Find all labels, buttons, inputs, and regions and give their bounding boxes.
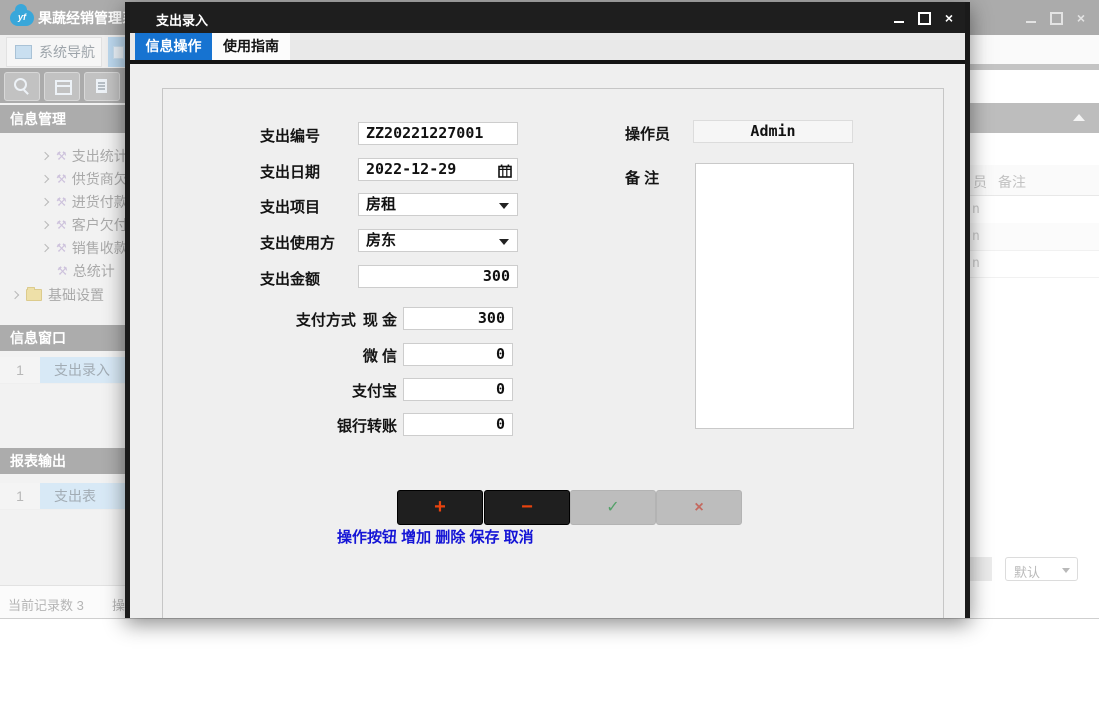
wand-icon: ⚒ (56, 241, 67, 255)
tab-user-guide[interactable]: 使用指南 (212, 33, 290, 60)
tab-active-partial[interactable] (108, 37, 125, 67)
chevron-right-icon (41, 197, 49, 205)
operator-field: Admin (693, 120, 853, 143)
save-button[interactable]: ✓ (570, 490, 656, 525)
close-icon[interactable]: × (945, 11, 953, 25)
table-header: 员 备注 (970, 165, 1099, 196)
dialog-body: 支出编号 ZZ20221227001 支出日期 2022-12-29 支出项目 (130, 64, 965, 618)
window-list-item-expense-entry[interactable]: 1 支出录入 (0, 357, 125, 384)
expense-no-input[interactable]: ZZ20221227001 (358, 122, 518, 145)
wand-icon: ⚒ (56, 218, 67, 232)
window-icon (15, 45, 32, 59)
cash-input[interactable]: 300 (403, 307, 513, 330)
dialog-titlebar: 支出录入 × (130, 2, 965, 33)
dialog-window-controls: × (894, 11, 953, 25)
app-toolbar (0, 68, 125, 103)
label-expense-date: 支出日期 (260, 161, 320, 182)
wechat-input[interactable]: 0 (403, 343, 513, 366)
label-payment-bank: 银行转账 (230, 415, 397, 436)
app-logo-icon: yf (10, 10, 34, 26)
chevron-down-icon (499, 239, 509, 245)
chevron-right-icon (11, 290, 19, 298)
label-remark: 备 注 (625, 167, 659, 188)
chevron-right-icon (41, 174, 49, 182)
expense-date-input[interactable]: 2022-12-29 (358, 158, 518, 181)
sidebar-header-info: 信息管理 (0, 105, 125, 133)
hidden-button-partial[interactable] (970, 557, 992, 581)
tree-item-basic-settings[interactable]: 基础设置 (0, 283, 137, 306)
label-expense-no: 支出编号 (260, 125, 320, 146)
tab-info-operation[interactable]: 信息操作 (135, 33, 212, 60)
table-icon (55, 80, 72, 95)
expense-item-select[interactable]: 房租 (358, 193, 518, 216)
table-row[interactable]: n (970, 196, 1099, 224)
column-operator-partial: 员 (973, 172, 987, 192)
chevron-right-icon (41, 220, 49, 228)
chevron-right-icon (41, 243, 49, 251)
status-bar: 当前记录数 3 操 (0, 585, 125, 618)
search-icon (14, 78, 27, 91)
calendar-icon[interactable] (498, 163, 512, 184)
wand-icon: ⚒ (57, 264, 68, 278)
wand-icon: ⚒ (56, 195, 67, 209)
app-window-controls: × (1026, 11, 1085, 25)
search-button[interactable] (4, 72, 40, 101)
expense-entry-dialog: 支出录入 × 信息操作 使用指南 支出编号 ZZ20221227001 支出日期… (125, 2, 970, 618)
dialog-tabstrip: 信息操作 使用指南 (130, 33, 965, 60)
label-payment-alipay: 支付宝 (230, 380, 397, 401)
delete-button[interactable]: − (484, 490, 570, 525)
background-right-panel: 员 备注 n n n 默认 (970, 35, 1099, 618)
alipay-input[interactable]: 0 (403, 378, 513, 401)
wand-icon: ⚒ (56, 172, 67, 186)
wand-icon: ⚒ (56, 149, 67, 163)
table-row[interactable]: n (970, 250, 1099, 278)
folder-icon (26, 289, 42, 301)
app-title: 果蔬经销管理系 (38, 8, 128, 28)
chevron-down-icon (1062, 568, 1070, 573)
screen: yf 果蔬经销管理系 × 系统导航 (0, 0, 1099, 715)
cancel-button[interactable]: × (656, 490, 742, 525)
label-expense-amount: 支出金额 (260, 268, 320, 289)
tab-system-nav[interactable]: 系统导航 (6, 37, 102, 67)
maximize-icon[interactable] (918, 12, 931, 25)
label-operator: 操作员 (625, 123, 670, 144)
buttons-caption: 操作按钮 增加 删除 保存 取消 (337, 526, 534, 547)
table-row[interactable]: n (970, 223, 1099, 251)
label-payment-cash: 支付方式现 金 (230, 309, 397, 330)
chevron-down-icon (499, 203, 509, 209)
collapse-up-icon[interactable] (1073, 114, 1085, 121)
document-button[interactable] (84, 72, 120, 101)
bank-transfer-input[interactable]: 0 (403, 413, 513, 436)
sidebar-header-windows: 信息窗口 (0, 325, 125, 351)
label-payment-wechat: 微 信 (230, 345, 397, 366)
chevron-right-icon (41, 151, 49, 159)
document-icon (113, 46, 124, 59)
app-tabstrip: 系统导航 (0, 35, 125, 68)
add-button[interactable]: + (397, 490, 483, 525)
minimize-icon[interactable] (1026, 21, 1036, 23)
default-dropdown[interactable]: 默认 (1005, 557, 1078, 581)
label-expense-user: 支出使用方 (260, 232, 335, 253)
dialog-title: 支出录入 (156, 10, 208, 29)
expense-user-select[interactable]: 房东 (358, 229, 518, 252)
minimize-icon[interactable] (894, 21, 904, 23)
document-icon (96, 79, 107, 93)
report-list-item-expense-table[interactable]: 1 支出表 (0, 483, 125, 510)
table-view-button[interactable] (44, 72, 80, 101)
close-icon[interactable]: × (1077, 11, 1085, 25)
restore-icon[interactable] (1050, 12, 1063, 25)
section-collapse-bar (970, 103, 1099, 133)
expense-amount-input[interactable]: 300 (358, 265, 518, 288)
record-count: 当前记录数 3 (8, 595, 84, 614)
sidebar-header-reports: 报表输出 (0, 448, 125, 474)
status-fragment: 操 (112, 595, 125, 614)
remark-textarea[interactable] (695, 163, 854, 429)
label-expense-item: 支出项目 (260, 196, 320, 217)
column-remark: 备注 (998, 172, 1026, 192)
